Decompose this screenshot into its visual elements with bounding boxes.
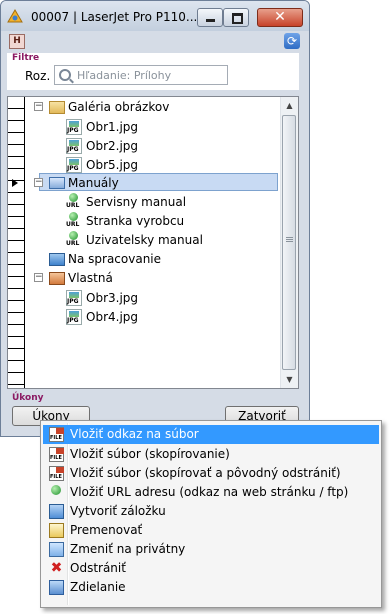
file-link-icon [49,427,64,442]
url-globe-icon [66,231,82,247]
attachments-window: 00007 | LaserJet Pro P110... ✕ H ⟳ Filtr… [0,0,310,437]
maximize-icon [232,13,243,24]
tree-node-obr1[interactable]: Obr1.jpg [66,118,266,136]
menu-item-insert-url[interactable]: Vložiť URL adresu (odkaz na web stránku … [43,483,379,502]
minimize-button[interactable] [197,8,223,27]
url-globe-icon [51,485,61,495]
actions-section-title: Úkony [12,393,44,403]
private-icon [49,542,64,557]
file-copy-icon [49,447,64,462]
folder-icon [49,101,65,114]
menu-item-share[interactable]: Zdielanie [43,578,379,597]
tree-node-vlastna[interactable]: − Vlastná [32,269,282,287]
tree-gutter [8,97,25,388]
menu-item-insert-file-copy[interactable]: Vložiť súbor (skopírovanie) [43,445,379,464]
window-title: 00007 | LaserJet Pro P110... [31,10,198,24]
jpg-file-icon [66,309,82,325]
scroll-down-icon[interactable]: ▼ [281,371,298,388]
rename-icon [49,523,64,538]
jpg-file-icon [66,157,82,173]
tree-node-manualy[interactable]: − Manuály [32,174,282,192]
tree-node-servisny-manual[interactable]: Servisny manual [66,193,286,211]
menu-item-rename[interactable]: Premenovať [43,521,379,540]
tree-node-label: Obr1.jpg [86,120,139,134]
scroll-up-icon[interactable]: ▲ [281,97,298,114]
file-move-icon [49,466,64,481]
filter-section-title: Filtre [12,53,40,63]
personal-folder-icon [49,272,65,285]
tree-node-na-spracovanie[interactable]: Na spracovanie [49,250,279,268]
tree-node-obr4[interactable]: Obr4.jpg [66,308,266,326]
refresh-icon[interactable]: ⟳ [284,33,300,49]
menu-item-label: Vložiť súbor (skopírovanie) [70,447,230,461]
tree-node-label: Servisny manual [86,195,187,209]
menu-item-insert-file-move[interactable]: Vložiť súbor (skopírovať a pôvodný odstr… [43,464,379,483]
search-placeholder: Hľadanie: Prílohy [77,69,172,82]
tree-node-label: Obr5.jpg [86,158,139,172]
collapse-icon[interactable]: − [34,178,43,187]
jpg-file-icon [66,119,82,135]
current-row-marker-icon [12,179,18,187]
tree-scrollbar[interactable]: ▲ ▼ [280,97,298,388]
menu-item-delete[interactable]: ✖ Odstrániť [43,559,379,578]
menu-item-label: Odstrániť [70,561,126,575]
jpg-file-icon [66,138,82,154]
search-input[interactable]: Hľadanie: Prílohy [54,65,228,85]
tree-node-obr2[interactable]: Obr2.jpg [66,137,266,155]
title-bar[interactable]: 00007 | LaserJet Pro P110... ✕ [1,1,309,31]
context-menu: Vložiť odkaz na súbor Vložiť súbor (skop… [40,420,382,608]
tree-node-obr5[interactable]: Obr5.jpg [66,156,266,174]
menu-item-label: Vložiť súbor (skopírovať a pôvodný odstr… [70,466,341,480]
tree-node-label: Na spracovanie [68,252,162,266]
tree-node-label: Stranka vyrobcu [86,214,185,228]
roz-label[interactable]: Roz. [25,69,50,83]
tree-node-label: Galéria obrázkov [68,100,170,114]
attachments-tree[interactable]: − Galéria obrázkov Obr1.jpg Obr2.jpg Obr… [7,96,299,389]
menu-item-insert-file-link[interactable]: Vložiť odkaz na súbor [43,425,379,444]
tree-node-label: Obr3.jpg [86,291,139,305]
h-toggle-button[interactable]: H [9,34,25,49]
url-globe-icon [66,212,82,228]
book-icon [49,177,65,189]
app-icon [7,9,23,23]
url-globe-icon [66,193,82,209]
tree-node-label: Vlastná [68,271,113,285]
tree-node-label: Obr4.jpg [86,310,139,324]
collapse-icon[interactable]: − [34,102,43,111]
tree-node-label: Uzivatelsky manual [86,233,203,247]
jpg-file-icon [66,290,82,306]
grip-icon [286,237,293,244]
minimize-icon [206,19,215,22]
scroll-thumb[interactable] [282,115,296,370]
maximize-button[interactable] [223,8,249,27]
tree-node-label: Manuály [68,176,119,190]
menu-item-label: Zmeniť na privátny [70,542,186,556]
menu-item-label: Vložiť URL adresu (odkaz na web stránku … [70,485,349,499]
close-window-button[interactable]: ✕ [257,8,303,27]
menu-item-make-private[interactable]: Zmeniť na privátny [43,540,379,559]
bookmark-icon [49,504,64,519]
menu-item-create-bookmark[interactable]: Vytvoriť záložku [43,502,379,521]
tree-node-galeria[interactable]: − Galéria obrázkov [32,98,282,116]
menu-item-label: Vytvoriť záložku [70,504,166,518]
menu-item-label: Vložiť odkaz na súbor [70,427,199,441]
menu-item-label: Premenovať [70,523,143,537]
search-icon [59,69,71,81]
menu-item-label: Zdielanie [70,580,126,594]
tree-node-obr3[interactable]: Obr3.jpg [66,289,266,307]
share-icon [49,580,64,595]
tree-node-uzivatelsky-manual[interactable]: Uzivatelsky manual [66,231,286,249]
tree-node-label: Obr2.jpg [86,139,139,153]
collapse-icon[interactable]: − [34,273,43,282]
close-icon: ✕ [274,9,286,25]
tree-node-stranka-vyrobcu[interactable]: Stranka vyrobcu [66,212,286,230]
pending-folder-icon [49,253,65,266]
delete-icon: ✖ [50,560,63,576]
